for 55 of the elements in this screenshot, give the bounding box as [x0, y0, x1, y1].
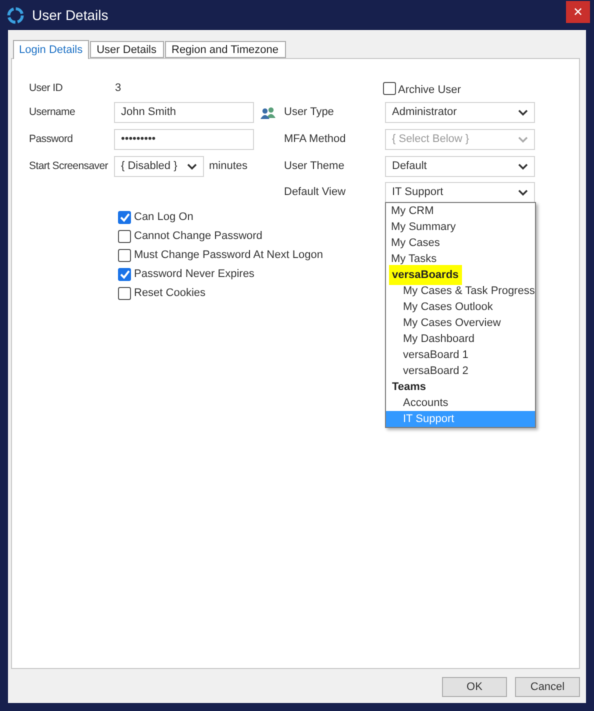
checkbox[interactable] [118, 230, 131, 243]
input-field[interactable]: ••••••••• [114, 129, 254, 150]
field-label: User Theme [284, 159, 346, 174]
dropdown-item[interactable]: My Tasks [386, 251, 535, 267]
tab[interactable]: User Details [90, 41, 164, 58]
tab[interactable]: Login Details [13, 40, 89, 59]
group-header: versaBoards [389, 264, 462, 286]
checkbox-label: Can Log On [134, 210, 194, 226]
field-label: User Type [284, 105, 335, 120]
chevron-icon [518, 109, 528, 116]
field-label: Password [29, 132, 74, 147]
checkbox-label: Reset Cookies [134, 286, 206, 302]
chevron-icon [187, 163, 197, 170]
checkbox[interactable] [118, 211, 131, 224]
checkbox-label: Archive User [398, 83, 461, 98]
dropdown-item[interactable]: versaBoard 2 [386, 363, 535, 379]
dropdown-item[interactable]: My Cases Outlook [386, 299, 535, 315]
dropdown-item[interactable]: versaBoard 1 [386, 347, 535, 363]
chevron-icon [518, 163, 528, 170]
checkbox-label: Cannot Change Password [134, 229, 262, 244]
dialog-button[interactable]: Cancel [515, 677, 580, 697]
dropdown-item[interactable]: My Cases & Task Progress [386, 283, 535, 299]
window-title: User Details [32, 6, 108, 24]
field-label: User ID [29, 80, 64, 96]
dropdown-item[interactable]: My Summary [386, 219, 535, 235]
logo-icon [7, 6, 24, 24]
tab[interactable]: Region and Timezone [164, 41, 286, 58]
close-button[interactable]: ✕ [566, 1, 590, 23]
checkbox[interactable] [118, 249, 131, 262]
checkbox-label: Password Never Expires [134, 267, 254, 282]
unit-label: minutes [209, 159, 248, 174]
field-label: MFA Method [284, 132, 347, 148]
dropdown-field[interactable]: IT Support [385, 182, 535, 203]
field-label: Username [29, 104, 76, 120]
dropdown-item[interactable]: Accounts [386, 395, 535, 411]
dropdown-item[interactable]: My CRM [386, 203, 535, 219]
field-label: Start Screensaver [29, 158, 109, 174]
dropdown-item[interactable]: My Cases [386, 235, 535, 251]
group-header: Teams [391, 380, 428, 395]
input-field[interactable]: John Smith [114, 102, 254, 123]
field-value: 3 [114, 81, 122, 96]
checkbox[interactable] [118, 268, 131, 281]
chevron-icon [518, 136, 528, 143]
field-label: Default View [284, 185, 347, 200]
dropdown-field[interactable]: Administrator [385, 102, 535, 123]
checkbox[interactable] [118, 287, 131, 300]
checkbox[interactable] [383, 82, 396, 95]
dialog-button[interactable]: OK [442, 677, 507, 697]
dropdown-field[interactable]: { Disabled } [114, 156, 204, 177]
dropdown-field[interactable]: Default [385, 156, 535, 177]
dropdown-item[interactable]: My Dashboard [386, 331, 535, 347]
dropdown-item[interactable]: My Cases Overview [386, 315, 535, 331]
users-icon[interactable] [260, 106, 276, 118]
checkbox-label: Must Change Password At Next Logon [134, 248, 323, 264]
chevron-icon [518, 189, 528, 196]
